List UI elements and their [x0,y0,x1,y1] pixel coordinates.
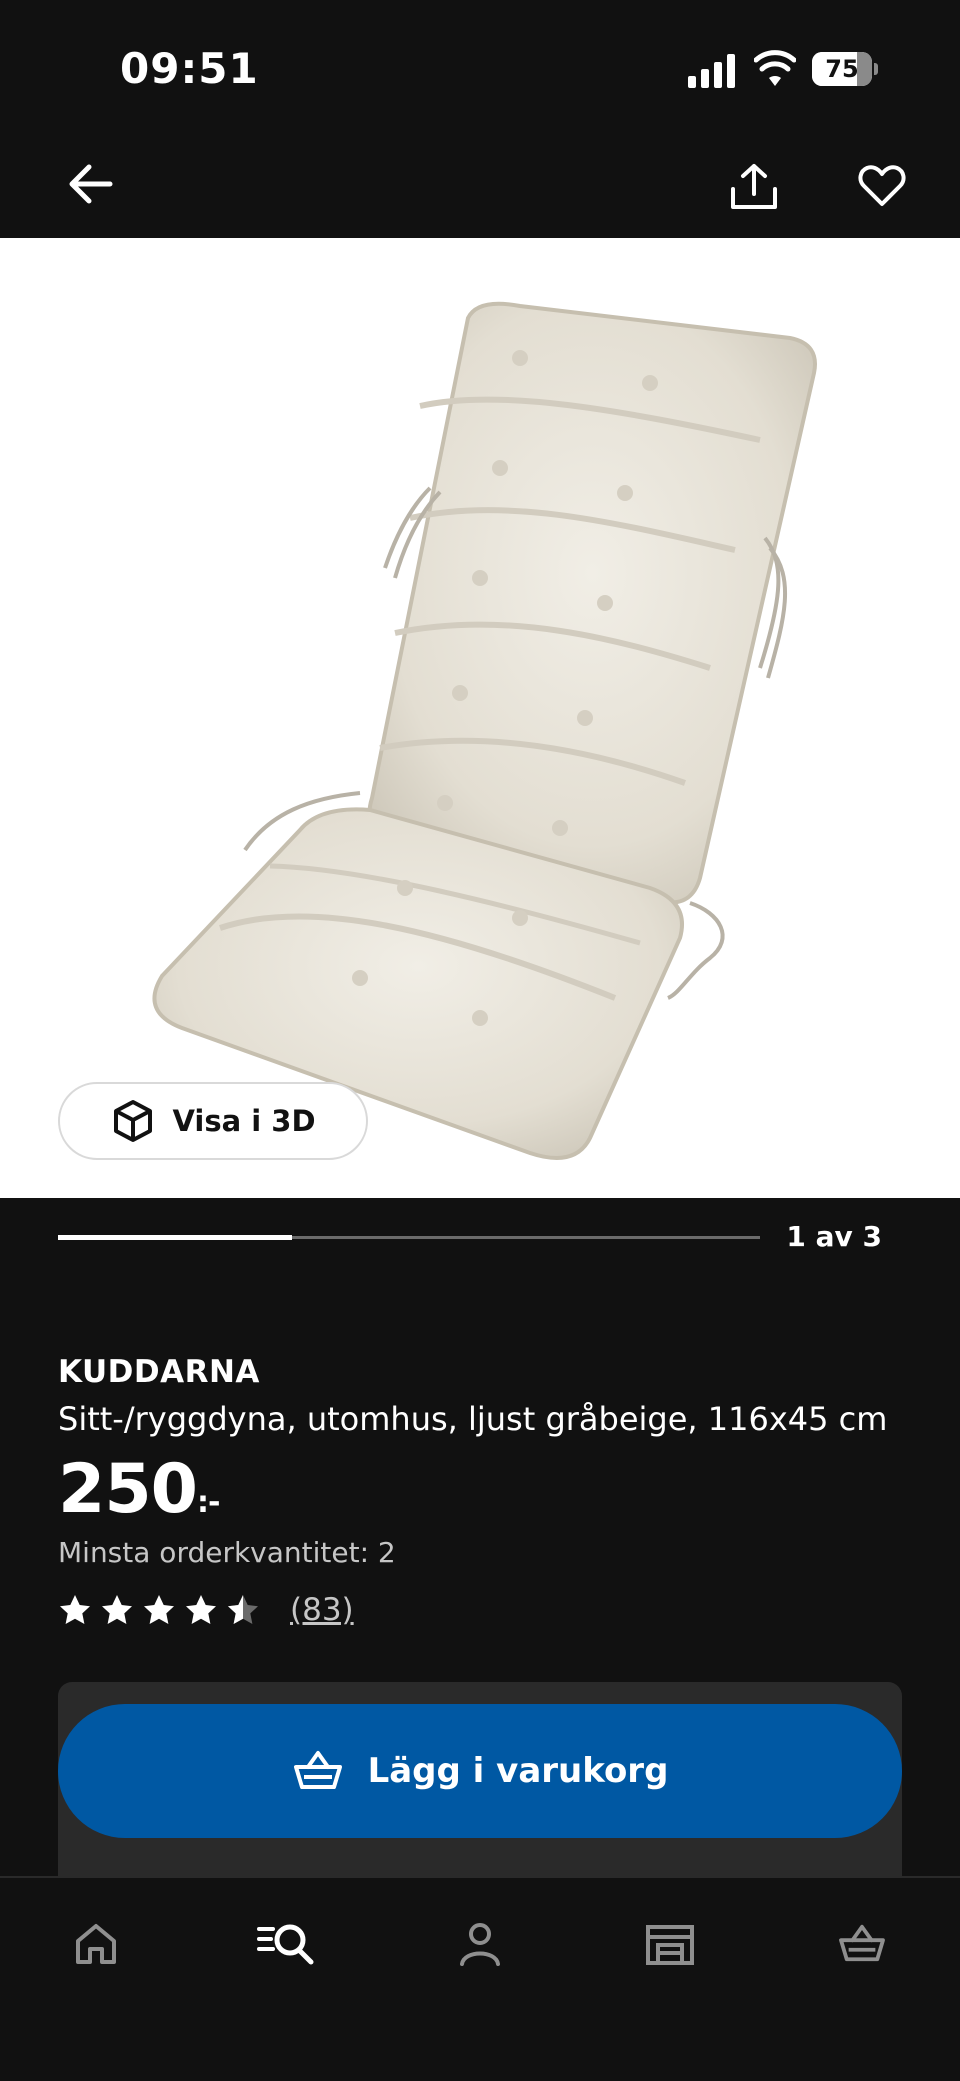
nav-cart[interactable] [826,1908,898,1980]
gallery-progress-fill [58,1235,292,1240]
share-button[interactable] [724,156,784,216]
minimum-order-quantity: Minsta orderkvantitet: 2 [58,1536,396,1569]
seat-cushion-image [152,301,817,1160]
wifi-icon [754,50,796,86]
battery-icon: 75 [812,52,878,90]
back-button[interactable] [60,158,120,210]
review-count-link[interactable]: (83) [290,1592,354,1628]
star-icon-2 [102,1595,132,1624]
nav-search[interactable] [250,1908,322,1980]
gallery-progress [58,1235,760,1240]
favorite-button[interactable] [852,156,912,216]
bottom-navigation [0,1876,960,2081]
add-to-cart-button[interactable]: Lägg i varukorg [58,1704,902,1838]
star-icon-3 [144,1595,174,1624]
rating-row[interactable]: (83) [58,1590,354,1630]
add-to-cart-label: Lägg i varukorg [367,1751,669,1791]
battery-percentage: 75 [825,55,859,83]
star-icon-1 [60,1595,90,1624]
basket-icon [293,1751,342,1789]
price-suffix: :- [196,1485,220,1520]
star-half-icon [228,1595,258,1624]
product-image[interactable] [0,238,960,1198]
profile-icon [460,1923,500,1966]
heart-icon [858,165,906,206]
product-description: Sitt-/ryggdyna, utomhus, ljust gråbeige,… [58,1400,888,1438]
product-price: 250:- [58,1450,220,1529]
nav-stores[interactable] [634,1908,706,1980]
share-icon [731,164,777,209]
nav-home[interactable] [60,1908,132,1980]
price-value: 250 [58,1450,198,1529]
signal-icon [688,54,735,88]
nav-profile[interactable] [444,1908,516,1980]
gallery-page-indicator: 1 av 3 [786,1220,882,1253]
cube-icon [114,1100,153,1142]
view-3d-button[interactable]: Visa i 3D [58,1082,368,1160]
store-icon [646,1925,694,1965]
view-3d-label: Visa i 3D [172,1104,316,1138]
arrow-left-icon [69,164,113,204]
search-icon [257,1924,314,1965]
product-brand: KUDDARNA [58,1354,260,1390]
cart-icon [839,1924,885,1962]
star-icon-4 [186,1595,216,1624]
home-icon [76,1924,116,1964]
status-time: 09:51 [120,44,259,93]
